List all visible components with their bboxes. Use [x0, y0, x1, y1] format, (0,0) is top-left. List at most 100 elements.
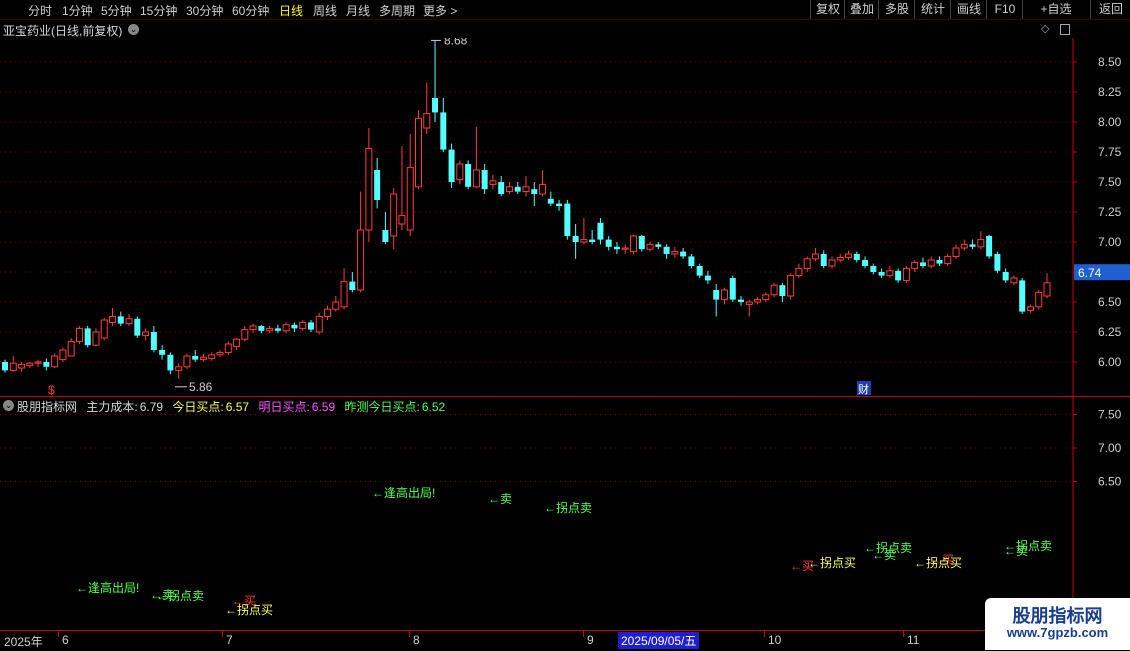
- candle-body: [779, 285, 786, 296]
- candle-body: [324, 308, 332, 317]
- candle-body: [465, 164, 472, 187]
- candle-body: [704, 275, 711, 281]
- toolbar-button-1[interactable]: 叠加: [844, 0, 879, 19]
- candle-body: [183, 355, 191, 368]
- period-tab-2[interactable]: 5分钟: [101, 2, 132, 19]
- month-tick: [58, 631, 59, 637]
- toolbar-button-4[interactable]: 画线: [950, 0, 987, 19]
- candle-body: [456, 163, 464, 181]
- price-tick-label: 6.50: [1098, 295, 1122, 309]
- toolbar-button-6[interactable]: +自选: [1022, 0, 1089, 19]
- period-tab-0[interactable]: 分时: [28, 2, 52, 19]
- signal-label-top_escape: ←逢高出局!: [372, 485, 435, 500]
- title-dropdown-icon[interactable]: ⌄: [128, 24, 139, 35]
- candle-body: [349, 281, 356, 290]
- candle-body: [291, 324, 298, 329]
- candle-body: [646, 243, 654, 250]
- date-axis: 2025年 6 7 8 9 10 11 2025/09/05/五: [0, 630, 1130, 651]
- signal-label-sell: ←卖: [488, 492, 512, 506]
- candle-body: [977, 239, 985, 248]
- dividend-marker[interactable]: $: [48, 383, 55, 396]
- finance-marker[interactable]: 财: [858, 382, 869, 396]
- candle-body: [100, 319, 108, 339]
- candle-body: [208, 354, 216, 359]
- candle-body: [944, 255, 952, 265]
- candle-body: [754, 299, 762, 303]
- candle-body: [936, 260, 943, 264]
- candle-body: [249, 325, 257, 331]
- candle-body: [274, 328, 281, 331]
- candle-body: [192, 356, 199, 360]
- period-tab-1[interactable]: 1分钟: [62, 2, 93, 19]
- price-tick-label: 7.25: [1098, 205, 1122, 219]
- candle-body: [307, 322, 314, 330]
- candle-body: [414, 117, 422, 188]
- candle-body: [886, 270, 894, 277]
- candlestick-chart[interactable]: 8.508.258.007.757.507.257.006.756.506.25…: [0, 38, 1130, 396]
- candle-body: [34, 361, 42, 364]
- candle-body: [340, 281, 348, 308]
- candle-body: [803, 258, 811, 269]
- candle-body: [406, 167, 414, 231]
- price-tick-label: 8.00: [1098, 115, 1122, 129]
- candle-body: [531, 189, 538, 194]
- current-price-label: 6.74: [1078, 266, 1102, 280]
- period-tab-7[interactable]: 周线: [313, 2, 337, 19]
- period-tab-10[interactable]: 更多 >: [423, 2, 457, 19]
- period-tab-6[interactable]: 日线: [279, 2, 303, 19]
- diamond-icon[interactable]: ◇: [1041, 22, 1049, 35]
- candle-body: [1035, 291, 1043, 308]
- candle-body: [853, 254, 860, 260]
- candle-body: [605, 239, 612, 247]
- month-tick: [764, 631, 765, 637]
- watermark-logo: 股朋指标网 www.7gpzb.com: [985, 598, 1130, 650]
- candle-body: [498, 182, 505, 194]
- candle-body: [150, 332, 157, 350]
- toolbar-button-3[interactable]: 统计: [914, 0, 951, 19]
- candle-body: [2, 362, 8, 371]
- candle-body: [580, 239, 588, 243]
- candle-body: [167, 354, 174, 371]
- candle-body: [390, 193, 398, 237]
- price-tick-label: 6.00: [1098, 355, 1122, 369]
- candle-body: [795, 267, 803, 277]
- month-tick: [903, 631, 904, 637]
- candle-body: [199, 356, 207, 361]
- candle-body: [969, 244, 976, 247]
- candle-body: [1002, 272, 1009, 281]
- candle-body: [423, 113, 431, 129]
- candle-body: [811, 253, 819, 260]
- period-tab-4[interactable]: 30分钟: [186, 2, 223, 19]
- candle-body: [762, 294, 770, 301]
- toolbar-button-7[interactable]: 返回: [1090, 0, 1130, 19]
- candle-body: [630, 235, 638, 253]
- candle-body: [522, 186, 530, 193]
- period-tab-8[interactable]: 月线: [346, 2, 370, 19]
- candle-body: [299, 321, 307, 329]
- candle-body: [688, 256, 695, 266]
- candle-body: [845, 253, 853, 259]
- candle-body: [448, 149, 455, 182]
- period-tab-5[interactable]: 60分钟: [232, 2, 269, 19]
- window-toggle-icon[interactable]: [1060, 24, 1070, 35]
- month-label: 7: [226, 633, 233, 647]
- toolbar-button-2[interactable]: 多股: [878, 0, 915, 19]
- signal-label-turn_sell: ←拐点卖: [156, 588, 204, 603]
- indicator-chart[interactable]: 8.508.007.507.006.50 ←逢高出局!←卖←拐点卖←逢高出局!←…: [0, 397, 1130, 630]
- toolbar-button-0[interactable]: 复权: [810, 0, 845, 19]
- candle-body: [720, 289, 728, 301]
- candle-body: [365, 147, 373, 231]
- month-tick: [409, 631, 410, 637]
- period-tab-3[interactable]: 15分钟: [140, 2, 177, 19]
- candle-body: [836, 257, 844, 261]
- period-tab-9[interactable]: 多周期: [379, 2, 415, 19]
- cursor-date: 2025/09/05/五: [618, 632, 700, 649]
- toolbar-button-5[interactable]: F10: [986, 0, 1023, 19]
- candle-body: [787, 275, 795, 297]
- candle-body: [134, 318, 141, 336]
- month-label: 11: [907, 633, 920, 647]
- candle-body: [820, 254, 827, 266]
- candle-body: [67, 341, 75, 357]
- candle-body: [1010, 277, 1018, 284]
- candle-body: [927, 259, 935, 267]
